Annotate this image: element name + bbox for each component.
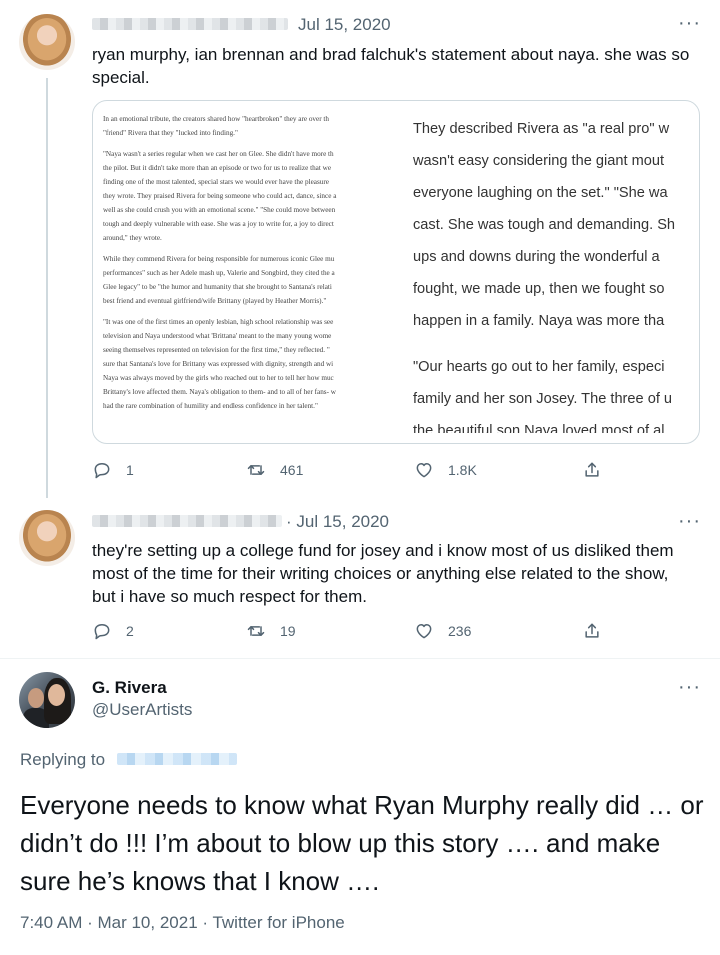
article-line: they wrote. They praised Rivera for bein… <box>103 192 337 200</box>
main-tweet-text: Everyone needs to know what Ryan Murphy … <box>20 790 704 896</box>
retweet-count: 19 <box>280 623 296 639</box>
article-line: "Naya wasn't a series regular when we ca… <box>103 150 334 158</box>
article-line: fought, we made up, then we fought so <box>413 281 665 297</box>
article-line: sure that Santana's love for Brittany wa… <box>103 360 334 368</box>
article-excerpt-right: They described Rivera as "a real pro" w w… <box>413 113 699 433</box>
tweet-actions: 1 461 1.8K <box>92 460 612 484</box>
article-line: finding one of the most talented, specia… <box>103 178 329 186</box>
retweet-count: 461 <box>280 462 304 478</box>
redacted-reply-target[interactable] <box>117 753 237 765</box>
article-line: "It was one of the first times an openly… <box>103 318 334 326</box>
tweet-media-image[interactable]: In an emotional tribute, the creators sh… <box>92 100 700 444</box>
redacted-username <box>92 18 288 30</box>
share-button[interactable] <box>582 460 602 480</box>
tweet-timestamp[interactable]: 7:40 AM · Mar 10, 2021 · Twitter for iPh… <box>20 913 345 933</box>
like-icon <box>416 463 432 478</box>
like-icon <box>416 624 432 639</box>
article-line: Brittany's love affected them. Naya's ob… <box>103 388 336 396</box>
tweet-text: they're setting up a college fund for jo… <box>92 541 674 606</box>
more-icon[interactable]: ··· <box>678 676 701 699</box>
article-line: performances" such as her Adele mash up,… <box>103 269 335 277</box>
article-line: tough and deeply vulnerable with ease. S… <box>103 220 334 228</box>
article-line: Glee legacy" to be "the humor and humani… <box>103 283 332 291</box>
divider <box>0 658 720 659</box>
tweet-actions: 2 19 236 <box>92 621 612 645</box>
reply-icon <box>94 463 110 479</box>
article-line: seeing themselves represented on televis… <box>103 346 330 354</box>
reply-count: 2 <box>126 623 134 639</box>
like-count: 1.8K <box>448 462 477 478</box>
article-line: the pilot. But it didn't take more than … <box>103 164 332 172</box>
article-line: They described Rivera as "a real pro" w <box>413 121 670 137</box>
article-line: best friend and eventual girlfriend/wife… <box>103 297 327 305</box>
article-line: In an emotional tribute, the creators sh… <box>103 115 329 123</box>
article-line: While they commend Rivera for being resp… <box>103 255 335 263</box>
avatar[interactable] <box>19 672 75 728</box>
reply-button[interactable]: 1 <box>92 460 134 480</box>
retweet-icon <box>247 626 265 636</box>
article-line: everyone laughing on the set." "She wa <box>413 185 668 201</box>
replying-to-label: Replying to <box>20 750 106 769</box>
user-handle[interactable]: @UserArtists <box>92 700 192 720</box>
article-line: "friend" Rivera that they "lucked into f… <box>103 129 238 137</box>
article-line: around," they wrote. <box>103 234 162 242</box>
share-icon <box>585 462 599 477</box>
thread-line <box>46 78 48 498</box>
article-line: "Our hearts go out to her family, especi <box>413 359 665 375</box>
avatar[interactable] <box>19 14 75 70</box>
article-excerpt-left: In an emotional tribute, the creators sh… <box>103 113 395 433</box>
like-button[interactable]: 1.8K <box>414 460 477 480</box>
tweet-text: ryan murphy, ian brennan and brad falchu… <box>92 45 690 87</box>
article-line: cast. She was tough and demanding. Sh <box>413 217 676 233</box>
like-count: 236 <box>448 623 472 639</box>
more-icon[interactable]: ··· <box>678 510 701 533</box>
reply-button[interactable]: 2 <box>92 621 134 641</box>
more-icon[interactable]: ··· <box>678 12 701 35</box>
article-line: had the rare combination of humility and… <box>103 402 318 410</box>
article-line: well as she could crush you with an emot… <box>103 206 336 214</box>
redacted-username <box>92 515 282 527</box>
share-icon <box>585 623 599 638</box>
like-button[interactable]: 236 <box>414 621 471 641</box>
article-line: happen in a family. Naya was more tha <box>413 313 665 329</box>
tweet-date[interactable]: Jul 15, 2020 <box>298 15 391 35</box>
tweet-date[interactable]: · Jul 15, 2020 <box>286 512 389 532</box>
article-line: Naya was always moved by the girls who r… <box>103 374 334 382</box>
article-line: wasn't easy considering the giant mout <box>413 153 665 169</box>
display-name[interactable]: G. Rivera <box>92 678 167 698</box>
retweet-button[interactable]: 19 <box>246 621 296 641</box>
avatar[interactable] <box>19 510 75 566</box>
article-line: family and her son Josey. The three of u <box>413 391 673 407</box>
reply-icon <box>94 624 110 640</box>
article-line: the beautiful son Naya loved most of al <box>413 423 665 433</box>
share-button[interactable] <box>582 621 602 641</box>
article-line: ups and downs during the wonderful a <box>413 249 660 265</box>
retweet-icon <box>247 465 265 475</box>
reply-count: 1 <box>126 462 134 478</box>
retweet-button[interactable]: 461 <box>246 460 303 480</box>
article-line: television and Naya understood what 'Bri… <box>103 332 332 340</box>
